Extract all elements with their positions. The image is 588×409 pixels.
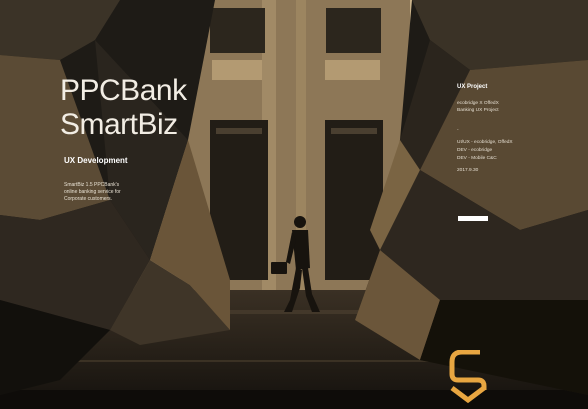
project-heading: UX Project bbox=[457, 84, 488, 90]
project-client-line: ecobridge X OffedX bbox=[457, 101, 499, 106]
hero-background-photo bbox=[0, 0, 588, 409]
accent-divider-bar bbox=[458, 216, 488, 221]
project-credit-line: DEV - Mobile C&C bbox=[457, 156, 497, 161]
project-credit-line: UI/UX - ecobridge, OffedX bbox=[457, 140, 513, 145]
project-dash: - bbox=[457, 128, 459, 133]
page-title-line-1: PPCBank bbox=[60, 74, 187, 107]
project-date: 2017.9.30 bbox=[457, 168, 479, 173]
project-credit-line: DEV - ecobridge bbox=[457, 148, 493, 153]
project-client-line: Banking UX Project bbox=[457, 108, 499, 113]
subtitle: UX Development bbox=[64, 156, 128, 165]
page-title-line-2: SmartBiz bbox=[60, 108, 178, 141]
ppc-logo-icon bbox=[449, 350, 487, 404]
description-line: Corporate customers. bbox=[64, 196, 113, 202]
portfolio-cover: PPCBank SmartBiz UX Development SmartBiz… bbox=[0, 0, 588, 409]
description-line: online banking service for bbox=[64, 189, 121, 195]
description-line: SmartBiz 1.5 PPCBank's bbox=[64, 182, 120, 188]
